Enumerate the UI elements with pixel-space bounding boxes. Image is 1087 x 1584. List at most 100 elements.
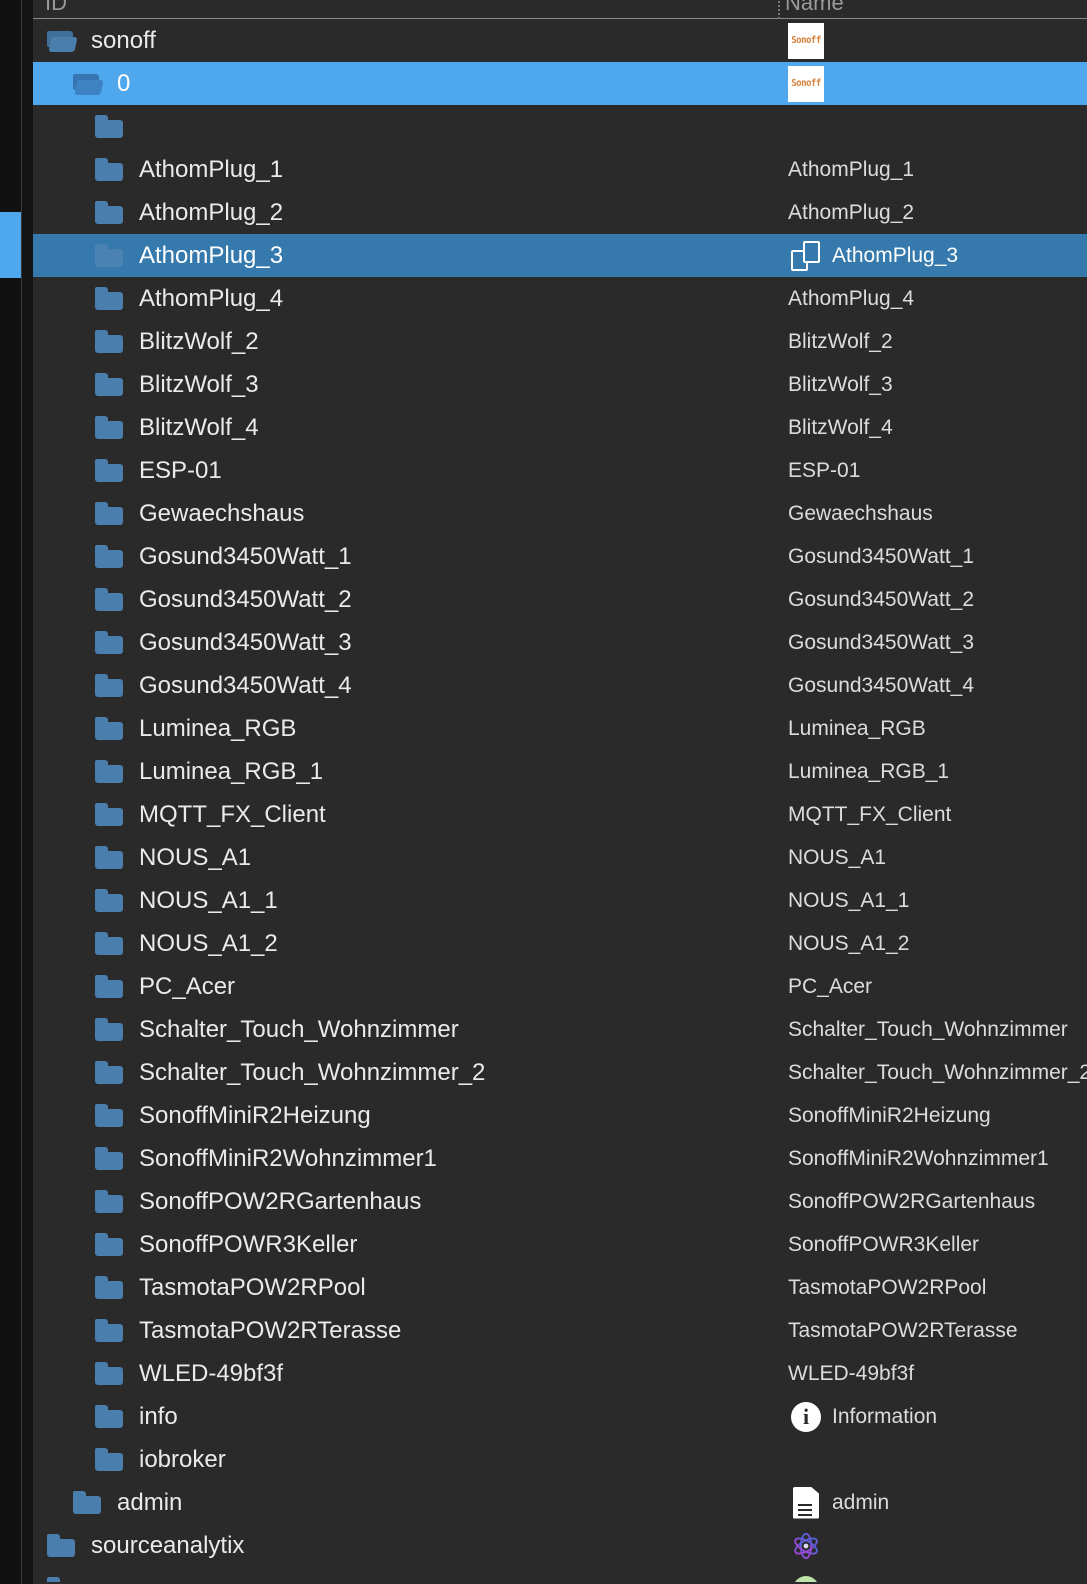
tree-row-id-cell[interactable]: SonoffPOWR3Keller [33, 1223, 778, 1266]
tree-row[interactable]: Gosund3450Watt_3 Gosund3450Watt_3 [33, 621, 1087, 664]
copy-icon[interactable] [788, 238, 824, 274]
tree-row-id-cell[interactable]: SonoffMiniR2Heizung [33, 1094, 778, 1137]
tree-row-id-cell[interactable]: Luminea_RGB [33, 707, 778, 750]
tree-row[interactable]: Gosund3450Watt_1 Gosund3450Watt_1 [33, 535, 1087, 578]
column-header-id[interactable]: ID [45, 0, 67, 16]
tree-row[interactable]: 0 Sonoff [33, 62, 1087, 105]
tree-row-id-cell[interactable]: NOUS_A1 [33, 836, 778, 879]
tree-row[interactable]: Luminea_RGB Luminea_RGB [33, 707, 1087, 750]
tree-row[interactable]: info i Information [33, 1395, 1087, 1438]
tree-row[interactable]: ESP-01 ESP-01 [33, 449, 1087, 492]
tree-row-id-cell[interactable]: Gewaechshaus [33, 492, 778, 535]
tree-row[interactable]: SonoffMiniR2Wohnzimmer1 SonoffMiniR2Wohnz… [33, 1137, 1087, 1180]
folder-closed-icon[interactable] [73, 1490, 103, 1515]
tree-row-name-cell[interactable]: Sonoff [778, 19, 1087, 62]
tree-row-name-cell[interactable]: TasmotaPOW2RPool [778, 1266, 1087, 1309]
tree-row[interactable]: Schalter_Touch_Wohnzimmer_2 Schalter_Touc… [33, 1051, 1087, 1094]
tree-row[interactable]: NOUS_A1_1 NOUS_A1_1 [33, 879, 1087, 922]
tree-row[interactable]: sonoff Sonoff [33, 19, 1087, 62]
tree-row-id-cell[interactable]: AthomPlug_3 [33, 234, 778, 277]
tree-row-name-cell[interactable]: Gosund3450Watt_2 [778, 578, 1087, 621]
folder-closed-icon[interactable] [95, 587, 125, 612]
tree-row-id-cell[interactable]: sourceanalytix [33, 1524, 778, 1567]
tree-row[interactable]: Gewaechshaus Gewaechshaus [33, 492, 1087, 535]
folder-closed-icon[interactable] [95, 1447, 125, 1472]
tree-row-id-cell[interactable]: AthomPlug_2 [33, 191, 778, 234]
folder-closed-icon[interactable] [47, 1533, 77, 1558]
tree-row-id-cell[interactable]: AthomPlug_1 [33, 148, 778, 191]
tree-row-name-cell[interactable]: ESP-01 [778, 449, 1087, 492]
tree-row-id-cell[interactable]: WLED-49bf3f [33, 1352, 778, 1395]
tree-row-name-cell[interactable]: AthomPlug_1 [778, 148, 1087, 191]
tree-row-name-cell[interactable]: admin [778, 1481, 1087, 1524]
tree-row[interactable]: SonoffPOWR3Keller SonoffPOWR3Keller [33, 1223, 1087, 1266]
tree-row-id-cell[interactable]: Gosund3450Watt_1 [33, 535, 778, 578]
folder-closed-icon[interactable] [95, 329, 125, 354]
tree-row-name-cell[interactable]: WLED-49bf3f [778, 1352, 1087, 1395]
tree-row-name-cell[interactable]: Schalter_Touch_Wohnzimmer [778, 1008, 1087, 1051]
tree-row-name-cell[interactable]: SonoffMiniR2Wohnzimmer1 [778, 1137, 1087, 1180]
tree-row[interactable]: sourceanalytix [33, 1524, 1087, 1567]
tree-row-name-cell[interactable] [778, 1438, 1087, 1481]
folder-closed-icon[interactable] [95, 243, 125, 268]
tree-row[interactable]: admin admin [33, 1481, 1087, 1524]
tree-row-id-cell[interactable]: Gosund3450Watt_3 [33, 621, 778, 664]
tree-row-id-cell[interactable]: MQTT_FX_Client [33, 793, 778, 836]
tree-row[interactable]: TasmotaPOW2RTerasse TasmotaPOW2RTerasse [33, 1309, 1087, 1352]
tree-row[interactable]: AthomPlug_2 AthomPlug_2 [33, 191, 1087, 234]
tree-row-id-cell[interactable]: iobroker [33, 1438, 778, 1481]
tree-row-name-cell[interactable]: SonoffPOWR3Keller [778, 1223, 1087, 1266]
tree-row-name-cell[interactable]: Gosund3450Watt_3 [778, 621, 1087, 664]
tree-row-id-cell[interactable]: Schalter_Touch_Wohnzimmer_2 [33, 1051, 778, 1094]
tree-row[interactable]: Gosund3450Watt_4 Gosund3450Watt_4 [33, 664, 1087, 707]
tree-row-name-cell[interactable]: Gewaechshaus [778, 492, 1087, 535]
folder-closed-icon[interactable] [95, 1361, 125, 1386]
folder-closed-icon[interactable] [95, 716, 125, 741]
tree-row-name-cell[interactable]: PC_Acer [778, 965, 1087, 1008]
tree-row[interactable]: SonoffPOW2RGartenhaus SonoffPOW2RGartenha… [33, 1180, 1087, 1223]
tree-row-name-cell[interactable]: Gosund3450Watt_4 [778, 664, 1087, 707]
tree-row-id-cell[interactable]: NOUS_A1_2 [33, 922, 778, 965]
folder-closed-icon[interactable] [95, 974, 125, 999]
tree-row-name-cell[interactable]: SonoffPOW2RGartenhaus [778, 1180, 1087, 1223]
folder-closed-icon[interactable] [95, 415, 125, 440]
tree-row-name-cell[interactable]: i Information [778, 1395, 1087, 1438]
folder-closed-icon[interactable] [95, 673, 125, 698]
folder-closed-icon[interactable] [95, 200, 125, 225]
tree-row[interactable] [33, 105, 1087, 148]
tree-row-name-cell[interactable]: NOUS_A1_1 [778, 879, 1087, 922]
folder-closed-icon[interactable] [95, 114, 125, 139]
tree-row-name-cell[interactable] [778, 1524, 1087, 1567]
folder-closed-icon[interactable] [95, 759, 125, 784]
tree-row-name-cell[interactable]: BlitzWolf_3 [778, 363, 1087, 406]
tree-row-id-cell[interactable]: SonoffPOW2RGartenhaus [33, 1180, 778, 1223]
folder-closed-icon[interactable] [95, 802, 125, 827]
folder-closed-icon[interactable] [95, 157, 125, 182]
tree-row-id-cell[interactable]: info [33, 1395, 778, 1438]
tree-row-id-cell[interactable]: TasmotaPOW2RPool [33, 1266, 778, 1309]
tree-row[interactable]: MQTT_FX_Client MQTT_FX_Client [33, 793, 1087, 836]
tree-row-id-cell[interactable] [33, 105, 778, 148]
tree-row-name-cell[interactable]: TasmotaPOW2RTerasse [778, 1309, 1087, 1352]
folder-closed-icon[interactable] [95, 458, 125, 483]
tree-row-id-cell[interactable]: BlitzWolf_2 [33, 320, 778, 363]
folder-closed-icon[interactable] [95, 1017, 125, 1042]
folder-closed-icon[interactable] [95, 1103, 125, 1128]
tree-row-id-cell[interactable]: Gosund3450Watt_4 [33, 664, 778, 707]
tree-row[interactable]: NOUS_A1_2 NOUS_A1_2 [33, 922, 1087, 965]
tree-row-name-cell[interactable]: Sonoff [778, 62, 1087, 105]
tree-row[interactable]: iobroker [33, 1438, 1087, 1481]
tree-row[interactable]: WLED-49bf3f WLED-49bf3f [33, 1352, 1087, 1395]
tree-row-name-cell[interactable]: Schalter_Touch_Wohnzimmer_2 [778, 1051, 1087, 1094]
tree-row[interactable]: Luminea_RGB_1 Luminea_RGB_1 [33, 750, 1087, 793]
folder-closed-icon[interactable] [95, 372, 125, 397]
tree-row-name-cell[interactable]: Luminea_RGB_1 [778, 750, 1087, 793]
tree-row-id-cell[interactable]: NOUS_A1_1 [33, 879, 778, 922]
tree-row-id-cell[interactable]: sonoff [33, 19, 778, 62]
folder-closed-icon[interactable] [95, 845, 125, 870]
folder-closed-icon[interactable] [95, 931, 125, 956]
tree-row-name-cell[interactable]: BlitzWolf_2 [778, 320, 1087, 363]
column-resize-divider[interactable] [778, 0, 780, 19]
folder-closed-icon[interactable] [95, 286, 125, 311]
folder-closed-icon[interactable] [95, 1146, 125, 1171]
